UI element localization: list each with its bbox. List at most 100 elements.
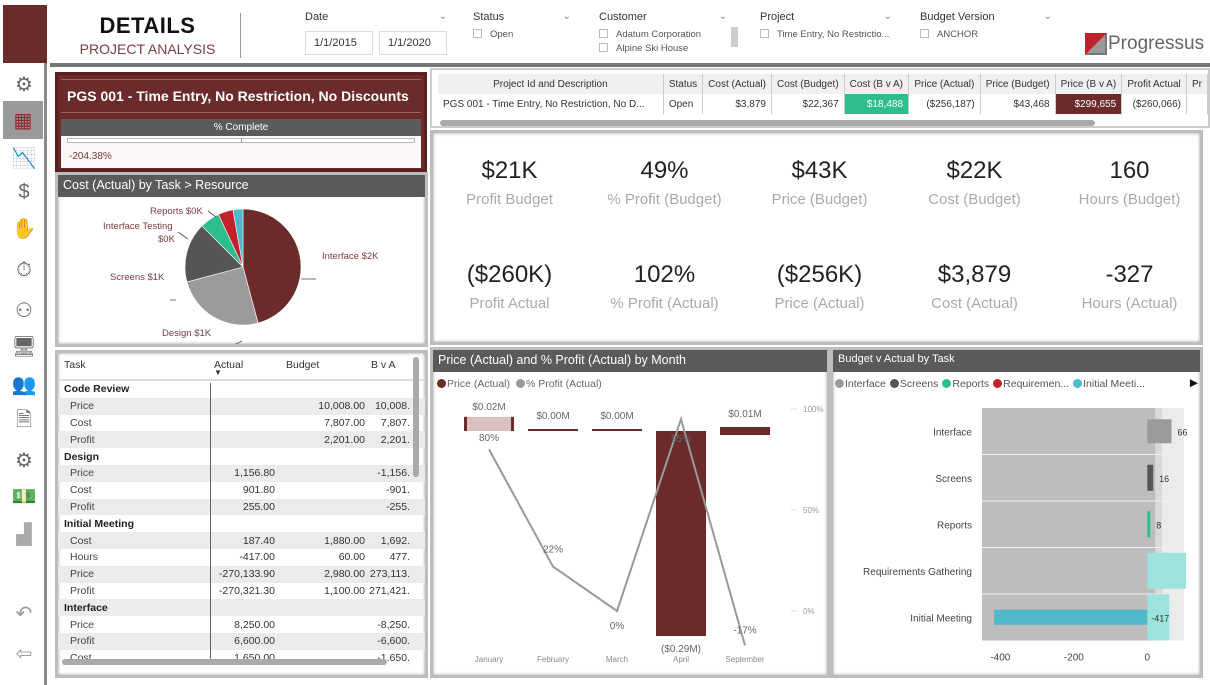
column-header[interactable]: Project Id and Description [438, 74, 664, 94]
dollar-gear-icon[interactable]: ⚙ [8, 445, 40, 475]
legend-item[interactable]: Requiremen... [993, 378, 1069, 390]
matrix-row[interactable]: Profit 6,600.00 -6,600. [58, 632, 425, 650]
matrix-row[interactable]: Hours -417.00 60.00 477. [58, 549, 425, 566]
customer-option[interactable]: Adatum Corporation [599, 29, 739, 40]
stopwatch-icon[interactable]: ⏱ [8, 255, 40, 285]
matrix-group-row[interactable]: Initial Meeting [58, 515, 425, 532]
chevron-down-icon[interactable]: ⌄ [439, 11, 447, 23]
date-to-input[interactable]: 1/1/2020 [379, 31, 447, 55]
chevron-down-icon[interactable]: ⌄ [884, 11, 892, 23]
kpi-label: Cost (Budget) [928, 191, 1021, 208]
horizontal-scrollbar[interactable] [440, 120, 1095, 126]
checkbox[interactable] [473, 29, 482, 38]
checkbox[interactable] [599, 43, 608, 52]
budget-version-slicer[interactable]: Budget Version ⌄ ANCHOR [920, 11, 1052, 40]
table-row[interactable]: PGS 001 - Time Entry, No Restriction, No… [438, 94, 1209, 114]
cash-stack-icon[interactable]: 💵 [8, 481, 40, 511]
column-header[interactable]: Price (Budget) [980, 74, 1056, 94]
chevron-down-icon[interactable]: ⌄ [719, 11, 727, 23]
coins-hand-icon[interactable]: ✋ [8, 213, 40, 243]
legend-item-profit[interactable]: % Profit (Actual) [515, 378, 602, 390]
legend-item[interactable]: Initial Meeti... [1073, 378, 1145, 390]
undo-icon[interactable]: ↶ [8, 598, 40, 628]
kpi-label: Cost (Actual) [931, 295, 1018, 312]
status-option-open[interactable]: Open [473, 29, 571, 40]
legend-item[interactable]: Reports [942, 378, 989, 390]
combo-chart: 100% 50% 0% $0.02M January $0.00M February $0.0… [464, 402, 823, 664]
vertical-scrollbar[interactable] [413, 357, 419, 477]
col-task[interactable]: Task [64, 359, 214, 379]
checkbox[interactable] [599, 29, 608, 38]
column-header[interactable]: Status [663, 74, 704, 94]
invoice-icon[interactable]: 🗎 [8, 407, 40, 437]
matrix-cell: 1,880.00 [324, 534, 365, 547]
kpi-card: ($256K) Price (Actual) [742, 261, 897, 312]
matrix-row[interactable]: Price 1,156.80 -1,156. [58, 464, 425, 482]
growth-chart-icon[interactable]: ▟ [8, 519, 40, 549]
chevron-down-icon[interactable]: ⌄ [563, 11, 571, 23]
column-header[interactable]: Cost (Budget) [771, 74, 845, 94]
matrix-group-row[interactable]: Code Review [58, 381, 425, 398]
users-icon[interactable]: 👥 [8, 369, 40, 399]
back-arrow-icon[interactable]: ⇦ [8, 638, 40, 668]
project-title: PGS 001 - Time Entry, No Restriction, No… [61, 79, 421, 113]
y-tick-label: Interface [933, 427, 972, 438]
customer-slicer[interactable]: Customer ⌄ Adatum Corporation Alpine Ski… [599, 11, 739, 54]
column-header[interactable]: Price (B v A) [1055, 74, 1123, 94]
table-cell [1186, 94, 1209, 114]
status-slicer[interactable]: Status ⌄ Open [473, 11, 571, 40]
bar-march [592, 429, 642, 431]
kpi-card: 49% % Profit (Budget) [587, 157, 742, 208]
matrix-row[interactable]: Price -270,133.90 2,980.00 273,113. [58, 565, 425, 583]
matrix-row[interactable]: Cost 901.80 -901. [58, 482, 425, 499]
col-budget[interactable]: Budget [286, 359, 371, 379]
money-hands-icon[interactable]: $ [8, 177, 40, 207]
matrix-row[interactable]: Price 8,250.00 -8,250. [58, 616, 425, 633]
monitor-gear-icon[interactable]: 🖥 [8, 331, 40, 361]
project-option[interactable]: Time Entry, No Restrictio... [760, 29, 892, 40]
project-slicer[interactable]: Project ⌄ Time Entry, No Restrictio... [760, 11, 892, 40]
date-slicer[interactable]: Date ⌄ 1/1/2015 1/1/2020 [305, 11, 447, 55]
legend-item[interactable]: Screens [889, 378, 938, 390]
checkbox[interactable] [920, 29, 929, 38]
divider [240, 13, 241, 58]
line-data-label: -17% [733, 625, 756, 636]
column-header[interactable]: Price (Actual) [908, 74, 981, 94]
header-divider [50, 63, 1210, 67]
chevron-down-icon[interactable]: ⌄ [1044, 11, 1052, 23]
matrix-group-row[interactable]: Design [58, 448, 425, 465]
checkbox[interactable] [760, 29, 769, 38]
date-from-input[interactable]: 1/1/2015 [305, 31, 373, 55]
matrix-row[interactable]: Price 10,008.00 10,008. [58, 397, 425, 415]
legend-item-price[interactable]: Price (Actual) [437, 378, 510, 390]
project-report-icon[interactable]: ▦ [3, 101, 43, 139]
matrix-group-row[interactable]: Interface [58, 599, 425, 617]
matrix-row[interactable]: Cost 187.40 1,880.00 1,692. [58, 532, 425, 549]
matrix-cell: 187.40 [242, 534, 275, 547]
column-header[interactable]: Cost (Actual) [702, 74, 772, 94]
bar-september [720, 427, 770, 435]
x-tick-label: January [475, 655, 503, 664]
matrix-row[interactable]: Profit 255.00 -255. [58, 498, 425, 516]
trend-chart-icon[interactable]: 📉 [8, 143, 40, 173]
column-header[interactable]: Pr [1186, 74, 1209, 94]
col-bva[interactable]: B v A [371, 359, 411, 379]
horizontal-scrollbar[interactable] [62, 659, 387, 665]
budget-version-option[interactable]: ANCHOR [920, 29, 1052, 40]
kpi-value: $22K [946, 157, 1003, 184]
matrix-row[interactable]: Profit -270,321.30 1,100.00 271,421. [58, 583, 425, 600]
customer-scrollbar[interactable] [731, 27, 738, 47]
column-header[interactable]: Profit Actual [1121, 74, 1187, 94]
bar-data-label: 66 [1178, 427, 1188, 437]
org-chart-icon[interactable]: ⚇ [8, 295, 40, 325]
kpi-card: $21K Profit Budget [432, 157, 587, 208]
legend-next-icon[interactable]: ▶ [1190, 377, 1198, 389]
kpi-card: -327 Hours (Actual) [1052, 261, 1207, 312]
col-actual[interactable]: Actual ▼ [214, 359, 286, 379]
customer-option[interactable]: Alpine Ski House [599, 43, 739, 54]
settings-gear-icon[interactable]: ⚙ [8, 69, 40, 99]
legend-item[interactable]: Interface [835, 378, 886, 390]
matrix-row[interactable]: Cost 7,807.00 7,807. [58, 415, 425, 432]
matrix-row[interactable]: Profit 2,201.00 2,201. [58, 431, 425, 449]
column-header[interactable]: Cost (B v A) [844, 74, 910, 94]
